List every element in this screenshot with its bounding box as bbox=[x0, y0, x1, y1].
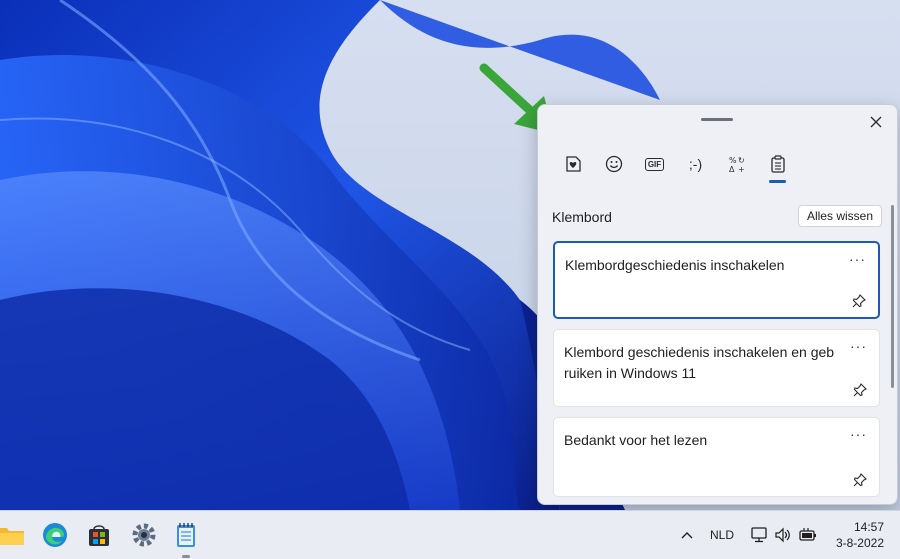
clipboard-item[interactable]: Bedankt voor het lezen ··· bbox=[553, 417, 880, 497]
symbols-icon: % ↻ Δ + bbox=[729, 156, 745, 173]
chevron-up-icon bbox=[681, 532, 693, 539]
clipboard-item-text: Klembordgeschiedenis inschakelen bbox=[565, 257, 785, 273]
file-explorer-icon[interactable] bbox=[0, 520, 26, 550]
pin-icon[interactable] bbox=[853, 383, 867, 397]
svg-text:+: + bbox=[738, 165, 745, 173]
tab-gif[interactable]: GIF bbox=[634, 149, 675, 179]
clipboard-panel: GIF ;-) % ↻ Δ + Klembord Alles wissen Kl… bbox=[537, 104, 898, 505]
more-options-icon[interactable]: ··· bbox=[850, 338, 867, 354]
clipboard-item-text: Bedankt voor het lezen bbox=[564, 432, 708, 448]
battery-icon[interactable] bbox=[798, 511, 818, 559]
tab-favorites[interactable] bbox=[552, 149, 593, 179]
clock-time: 14:57 bbox=[853, 520, 884, 534]
more-options-icon[interactable]: ··· bbox=[850, 426, 867, 442]
section-title: Klembord bbox=[552, 209, 612, 225]
svg-text:↻: ↻ bbox=[738, 156, 745, 165]
tab-kaomoji[interactable]: ;-) bbox=[675, 149, 716, 179]
panel-tabs: GIF ;-) % ↻ Δ + bbox=[552, 149, 798, 183]
microsoft-store-icon[interactable] bbox=[84, 520, 114, 550]
close-button[interactable] bbox=[865, 111, 887, 133]
tab-clipboard[interactable] bbox=[757, 149, 798, 183]
pin-icon[interactable] bbox=[852, 294, 866, 308]
drag-handle[interactable] bbox=[701, 118, 733, 121]
heart-sticker-icon bbox=[565, 156, 581, 172]
tab-emoji[interactable] bbox=[593, 149, 634, 179]
clear-all-button[interactable]: Alles wissen bbox=[797, 205, 882, 227]
tab-symbols[interactable]: % ↻ Δ + bbox=[716, 149, 757, 179]
clipboard-item[interactable]: Klembord geschiedenis inschakelen en geb… bbox=[553, 329, 880, 407]
clipboard-list: Klembordgeschiedenis inschakelen ··· Kle… bbox=[553, 241, 882, 504]
close-icon bbox=[870, 116, 882, 128]
clipboard-item[interactable]: Klembordgeschiedenis inschakelen ··· bbox=[553, 241, 880, 319]
volume-icon[interactable] bbox=[774, 511, 792, 559]
pin-icon[interactable] bbox=[853, 473, 867, 487]
show-hidden-icons-button[interactable] bbox=[680, 511, 694, 559]
clipboard-item-text: Klembord geschiedenis inschakelen en geb… bbox=[564, 344, 835, 381]
more-options-icon[interactable]: ··· bbox=[849, 251, 866, 267]
settings-gear-icon[interactable] bbox=[129, 520, 159, 550]
gif-icon: GIF bbox=[644, 157, 665, 171]
edge-browser-icon[interactable] bbox=[40, 520, 70, 550]
clock-date: 3-8-2022 bbox=[835, 536, 884, 550]
smiley-icon bbox=[605, 155, 622, 173]
svg-text:Δ: Δ bbox=[729, 165, 735, 173]
network-icon[interactable] bbox=[751, 511, 769, 559]
kaomoji-icon: ;-) bbox=[688, 156, 703, 172]
clipboard-icon bbox=[770, 155, 785, 173]
taskbar: NLD 14:57 3-8-2022 bbox=[0, 510, 900, 559]
scrollbar[interactable] bbox=[891, 205, 894, 388]
svg-text:%: % bbox=[729, 156, 737, 165]
notepad-icon[interactable] bbox=[171, 520, 201, 550]
language-indicator[interactable]: NLD bbox=[710, 511, 734, 559]
taskbar-clock[interactable]: 14:57 3-8-2022 bbox=[836, 519, 884, 551]
